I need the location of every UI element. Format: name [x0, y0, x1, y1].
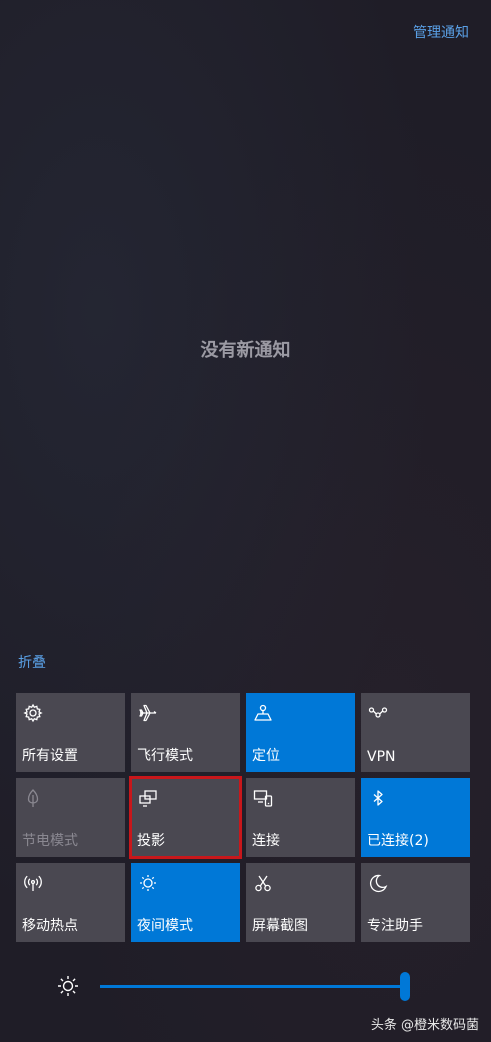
tile-bluetooth[interactable]: 已连接(2) [361, 778, 470, 857]
battery-saver-icon [22, 787, 44, 809]
airplane-icon [137, 702, 159, 724]
brightness-slider-track[interactable] [100, 985, 406, 988]
screen-snip-icon [252, 872, 274, 894]
tile-label: 飞行模式 [137, 748, 193, 764]
tile-mobile-hotspot[interactable]: 移动热点 [16, 863, 125, 942]
connect-icon [252, 787, 274, 809]
tile-label: 连接 [252, 833, 280, 849]
tile-project[interactable]: 投影 [129, 776, 242, 859]
watermark: 头条 @橙米数码菌 [370, 1018, 479, 1033]
bluetooth-icon [367, 787, 389, 809]
tile-battery-saver[interactable]: 节电模式 [16, 778, 125, 857]
tile-location[interactable]: 定位 [246, 693, 355, 772]
tile-screen-snip[interactable]: 屏幕截图 [246, 863, 355, 942]
hotspot-icon [22, 872, 44, 894]
collapse-link[interactable]: 折叠 [18, 652, 46, 672]
tile-label: 夜间模式 [137, 918, 193, 934]
quick-actions-grid: 所有设置 飞行模式 定位 VPN 节电模式 投影 连接 已连接(2) 移动热点 … [16, 693, 471, 942]
brightness-slider-thumb[interactable] [400, 972, 410, 1001]
tile-all-settings[interactable]: 所有设置 [16, 693, 125, 772]
tile-airplane-mode[interactable]: 飞行模式 [131, 693, 240, 772]
brightness-icon [56, 974, 80, 998]
no-notifications-message: 没有新通知 [200, 340, 291, 361]
tile-label: 投影 [137, 833, 165, 849]
tile-vpn[interactable]: VPN [361, 693, 470, 772]
vpn-icon [367, 702, 389, 724]
tile-label: 专注助手 [367, 918, 423, 934]
tile-label: 定位 [252, 748, 280, 764]
night-light-icon [137, 872, 159, 894]
tile-label: 屏幕截图 [252, 918, 308, 934]
tile-night-light[interactable]: 夜间模式 [131, 863, 240, 942]
tile-label: 所有设置 [22, 748, 78, 764]
tile-label: VPN [367, 749, 396, 765]
project-icon [137, 787, 159, 809]
tile-label: 移动热点 [22, 918, 78, 934]
tile-label: 节电模式 [22, 833, 78, 849]
tile-connect[interactable]: 连接 [246, 778, 355, 857]
brightness-control [0, 967, 491, 1007]
gear-icon [22, 702, 44, 724]
manage-notifications-link[interactable]: 管理通知 [413, 22, 469, 42]
tile-label: 已连接(2) [367, 833, 429, 849]
focus-assist-icon [367, 872, 389, 894]
tile-focus-assist[interactable]: 专注助手 [361, 863, 470, 942]
location-icon [252, 702, 274, 724]
